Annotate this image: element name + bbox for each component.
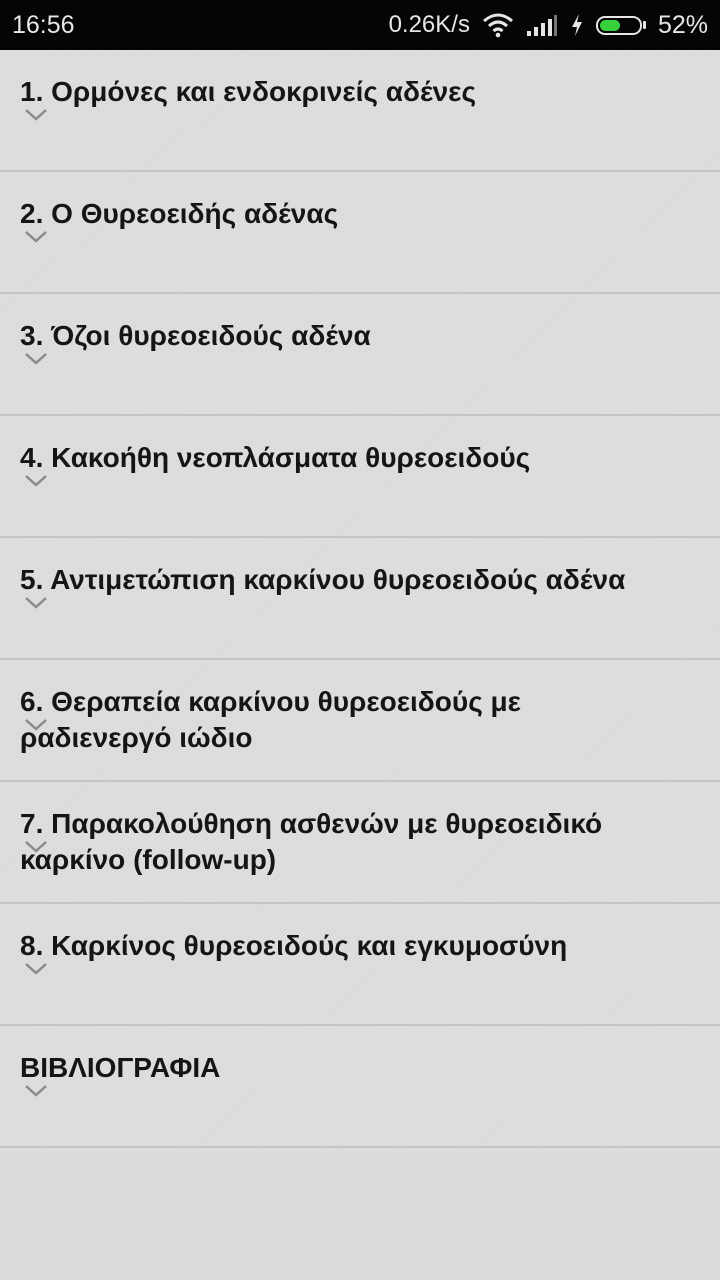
chapter-title: 2. Ο Θυρεοειδής αδένας (20, 198, 339, 229)
chevron-down-icon[interactable] (24, 962, 48, 976)
chevron-down-icon[interactable] (24, 596, 48, 610)
network-speed: 0.26K/s (388, 11, 470, 38)
chapter-row[interactable]: 1. Ορμόνες και ενδοκρινείς αδένες (0, 50, 720, 172)
chevron-down-icon[interactable] (24, 352, 48, 366)
chevron-down-icon[interactable] (24, 474, 48, 488)
chapter-row[interactable]: 2. Ο Θυρεοειδής αδένας (0, 172, 720, 294)
chapter-title: ΒΙΒΛΙΟΓΡΑΦΙΑ (20, 1052, 221, 1083)
chapter-title: 3. Όζοι θυρεοειδούς αδένα (20, 320, 371, 351)
chapter-row[interactable]: 5. Αντιμετώπιση καρκίνου θυρεοειδούς αδέ… (0, 538, 720, 660)
chapter-title: 4. Κακοήθη νεοπλάσματα θυρεοειδούς (20, 442, 531, 473)
chevron-down-icon[interactable] (24, 230, 48, 244)
chapter-title: 5. Αντιμετώπιση καρκίνου θυρεοειδούς αδέ… (20, 564, 626, 595)
chapter-row[interactable]: 8. Καρκίνος θυρεοειδούς και εγκυμοσύνη (0, 904, 720, 1026)
battery-body (595, 15, 642, 35)
chapter-row[interactable]: 7. Παρακολούθηση ασθενών με θυρεοειδικό … (0, 782, 720, 904)
battery-icon (595, 15, 646, 35)
chapter-title: 8. Καρκίνος θυρεοειδούς και εγκυμοσύνη (20, 930, 568, 961)
status-bar: 16:56 0.26K/s 52% (0, 0, 720, 50)
battery-level-fill (599, 19, 620, 31)
charging-icon (570, 13, 584, 37)
battery-percent: 52% (657, 11, 708, 39)
chapter-title: 1. Ορμόνες και ενδοκρινείς αδένες (20, 76, 477, 107)
wifi-icon (482, 12, 514, 38)
chapter-row[interactable]: 4. Κακοήθη νεοπλάσματα θυρεοειδούς (0, 416, 720, 538)
chevron-down-icon[interactable] (24, 108, 48, 122)
chapter-row[interactable]: ΒΙΒΛΙΟΓΡΑΦΙΑ (0, 1026, 720, 1148)
chapter-title: 6. Θεραπεία καρκίνου θυρεοειδούς με ραδι… (20, 686, 521, 753)
chapter-row[interactable]: 3. Όζοι θυρεοειδούς αδένα (0, 294, 720, 416)
status-time: 16:56 (12, 11, 75, 39)
chevron-down-icon[interactable] (24, 1084, 48, 1098)
battery-tip (642, 21, 646, 29)
chapter-list: 1. Ορμόνες και ενδοκρινείς αδένες 2. Ο Θυ… (0, 50, 720, 1148)
signal-icon (526, 13, 558, 37)
chapter-title: 7. Παρακολούθηση ασθενών με θυρεοειδικό … (20, 808, 603, 875)
chapter-row[interactable]: 6. Θεραπεία καρκίνου θυρεοειδούς με ραδι… (0, 660, 720, 782)
